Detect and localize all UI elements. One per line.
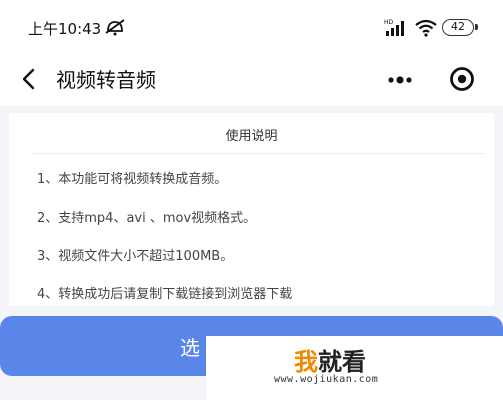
wifi-icon <box>414 18 438 42</box>
close-miniprogram-button[interactable] <box>445 62 479 96</box>
watermark-logo: 我就看 <box>294 342 366 377</box>
back-button[interactable] <box>14 62 44 96</box>
instruction-item: 3、视频文件大小不超过100MB。 <box>37 249 234 264</box>
signal-icon: HD <box>384 18 410 42</box>
battery-indicator: 42 <box>442 19 478 36</box>
signal-hd-label: HD <box>384 19 394 26</box>
do-not-disturb-icon <box>104 18 126 40</box>
instructions-card: 使用说明 1、本功能可将视频转换成音频。 2、支持mp4、avi 、mov视频格… <box>9 113 494 306</box>
nav-bar: 视频转音频 <box>0 56 503 106</box>
watermark-brand-accent: 我 <box>294 348 318 376</box>
record-circle-icon <box>450 67 474 91</box>
watermark-brand-text: 就看 <box>318 348 366 376</box>
instruction-item: 1、本功能可将视频转换成音频。 <box>37 172 228 187</box>
watermark-url: www.wojiukan.com <box>274 374 379 385</box>
chevron-left-icon <box>22 68 35 90</box>
divider <box>31 153 485 154</box>
instructions-title: 使用说明 <box>225 129 278 144</box>
watermark: 我就看 www.wojiukan.com <box>206 336 503 400</box>
page-title: 视频转音频 <box>56 68 156 92</box>
instruction-item: 2、支持mp4、avi 、mov视频格式。 <box>37 211 257 226</box>
status-bar: 上午10:43 HD 42 <box>0 0 503 56</box>
status-time: 上午10:43 <box>28 20 102 38</box>
more-dots-icon <box>388 76 412 84</box>
more-options-button[interactable] <box>382 64 416 96</box>
select-video-label: 选 <box>180 336 200 360</box>
instruction-item: 4、转换成功后请复制下载链接到浏览器下载 <box>37 287 293 302</box>
